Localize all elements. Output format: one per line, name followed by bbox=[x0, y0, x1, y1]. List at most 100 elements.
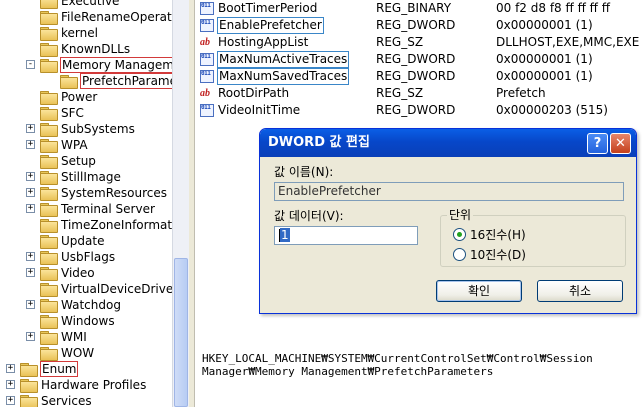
tree-item[interactable]: + Watchdog bbox=[26, 297, 122, 313]
value-type: REG_BINARY bbox=[376, 1, 452, 15]
folder-icon bbox=[20, 395, 38, 407]
expand-icon[interactable]: + bbox=[26, 204, 35, 213]
close-button[interactable]: ✕ bbox=[610, 133, 631, 154]
tree-item[interactable]: + Enum bbox=[6, 361, 79, 377]
value-row[interactable]: 011 110 BootTimerPeriod REG_BINARY 00 f2 d8… bbox=[196, 0, 642, 17]
folder-icon bbox=[40, 139, 58, 153]
registry-path-line-2: Manager₩Memory Management₩PrefetchParame… bbox=[202, 365, 494, 378]
tree-item[interactable]: Power bbox=[40, 89, 98, 105]
folder-icon bbox=[40, 27, 58, 41]
expand-icon[interactable]: + bbox=[26, 268, 35, 277]
tree-item-label: TimeZoneInformation bbox=[61, 218, 172, 232]
expand-icon[interactable]: + bbox=[26, 300, 35, 309]
expand-icon[interactable]: + bbox=[26, 172, 35, 181]
base-group-label: 단위 bbox=[447, 208, 474, 222]
value-row[interactable]: 011 110 VideoInitTime REG_DWORD 0x00000203 … bbox=[196, 102, 642, 119]
registry-path-text: HKEY_LOCAL_MACHINE₩SYSTEM₩CurrentControl… bbox=[202, 352, 642, 378]
folder-icon bbox=[40, 123, 58, 137]
tree-item[interactable]: PrefetchParameters bbox=[60, 73, 172, 89]
tree-item[interactable]: + Services bbox=[6, 393, 93, 407]
folder-icon bbox=[20, 379, 38, 393]
tree-scrollbar-thumb[interactable] bbox=[174, 258, 188, 407]
tree-item-label: SubSystems bbox=[61, 122, 135, 136]
folder-icon bbox=[40, 219, 58, 233]
folder-icon bbox=[40, 91, 58, 105]
expand-icon[interactable]: + bbox=[6, 364, 15, 373]
value-type: REG_DWORD bbox=[376, 52, 456, 66]
expand-icon[interactable]: + bbox=[26, 188, 35, 197]
tree-item[interactable]: Setup bbox=[40, 153, 97, 169]
value-row[interactable]: 011 110MaxNumSavedTraces REG_DWORD 0x00000… bbox=[196, 68, 642, 85]
dialog-titlebar[interactable]: DWORD 값 편집 ? ✕ bbox=[260, 129, 636, 157]
value-row[interactable]: 011 110EnablePrefetcher REG_DWORD 0x000000… bbox=[196, 17, 642, 34]
tree-item[interactable]: TimeZoneInformation bbox=[40, 217, 172, 233]
tree-item[interactable]: + SubSystems bbox=[26, 121, 136, 137]
tree-item[interactable]: + Terminal Server bbox=[26, 201, 156, 217]
edit-dword-dialog: DWORD 값 편집 ? ✕ 값 이름(N): EnablePrefetcher… bbox=[259, 128, 637, 314]
expand-icon[interactable]: + bbox=[26, 124, 35, 133]
tree-item-label: KnownDLLs bbox=[61, 42, 131, 56]
tree-item[interactable]: SFC bbox=[40, 105, 85, 121]
cancel-button[interactable]: 취소 bbox=[537, 280, 623, 302]
folder-icon bbox=[40, 43, 58, 57]
expand-icon[interactable]: + bbox=[6, 396, 15, 405]
tree-item[interactable]: VirtualDeviceDrivers bbox=[40, 281, 172, 297]
tree-item-label: StillImage bbox=[61, 170, 121, 184]
value-data-text: 1 bbox=[280, 228, 290, 242]
tree-scrollbar[interactable] bbox=[172, 0, 189, 407]
hexadecimal-radio[interactable]: 16진수(H) bbox=[453, 226, 526, 243]
tree-item[interactable]: Update bbox=[40, 233, 105, 249]
value-name: MaxNumActiveTraces bbox=[217, 51, 350, 68]
tree-item[interactable]: + SystemResources bbox=[26, 185, 168, 201]
folder-icon bbox=[40, 299, 58, 313]
folder-icon bbox=[40, 0, 58, 9]
tree-item[interactable]: Executive bbox=[40, 0, 120, 9]
tree-item-label: FileRenameOperations bbox=[61, 10, 172, 24]
value-data: 0x00000001 (1) bbox=[496, 18, 593, 32]
expand-icon[interactable]: + bbox=[6, 380, 15, 389]
tree-item[interactable]: - Memory Management bbox=[26, 57, 172, 73]
tree-item-label: SystemResources bbox=[61, 186, 168, 200]
pane-splitter[interactable] bbox=[189, 0, 195, 407]
expand-icon[interactable]: + bbox=[26, 140, 35, 149]
value-data: 0x00000001 (1) bbox=[496, 69, 593, 83]
tree-item-label: VirtualDeviceDrivers bbox=[61, 282, 172, 296]
expand-icon[interactable]: + bbox=[26, 252, 35, 261]
value-row[interactable]: 011 110MaxNumActiveTraces REG_DWORD 0x0000… bbox=[196, 51, 642, 68]
close-icon: ✕ bbox=[615, 136, 626, 151]
ok-button[interactable]: 확인 bbox=[436, 280, 522, 302]
value-name-field[interactable]: EnablePrefetcher bbox=[274, 182, 624, 201]
tree-item[interactable]: WOW bbox=[40, 345, 95, 361]
string-value-icon: ab bbox=[200, 88, 210, 99]
tree-item[interactable]: + Video bbox=[26, 265, 96, 281]
decimal-radio[interactable]: 10진수(D) bbox=[453, 246, 526, 263]
tree-item[interactable]: kernel bbox=[40, 25, 99, 41]
tree-item[interactable]: + WMI bbox=[26, 329, 88, 345]
tree-item[interactable]: + Hardware Profiles bbox=[6, 377, 147, 393]
folder-icon bbox=[40, 331, 58, 345]
collapse-icon[interactable]: - bbox=[26, 60, 35, 69]
value-type: REG_DWORD bbox=[376, 18, 456, 32]
tree-item[interactable]: + StillImage bbox=[26, 169, 122, 185]
tree-item[interactable]: + WPA bbox=[26, 137, 89, 153]
tree-item-label: SFC bbox=[61, 106, 84, 120]
tree-item[interactable]: + UsbFlags bbox=[26, 249, 116, 265]
registry-tree[interactable]: Executive FileRenameOperations kernel Known… bbox=[0, 0, 172, 407]
tree-item-label: WMI bbox=[61, 330, 87, 344]
value-name-label: 값 이름(N): bbox=[274, 165, 334, 179]
expand-icon[interactable]: + bbox=[26, 332, 35, 341]
value-type: REG_DWORD bbox=[376, 103, 456, 117]
tree-item-label: kernel bbox=[61, 26, 98, 40]
tree-item[interactable]: KnownDLLs bbox=[40, 41, 131, 57]
value-name: VideoInitTime bbox=[218, 103, 301, 117]
tree-item[interactable]: Windows bbox=[40, 313, 116, 329]
value-row[interactable]: ab RootDirPath REG_SZ Prefetch bbox=[196, 85, 642, 102]
value-data-field[interactable]: 1 bbox=[274, 226, 418, 245]
folder-icon bbox=[40, 283, 58, 297]
help-button[interactable]: ? bbox=[587, 133, 608, 154]
value-row[interactable]: ab HostingAppList REG_SZ DLLHOST,EXE,MMC,EX… bbox=[196, 34, 642, 51]
help-icon: ? bbox=[593, 136, 602, 151]
value-name: RootDirPath bbox=[218, 86, 290, 100]
value-type: REG_SZ bbox=[376, 35, 424, 49]
tree-item[interactable]: FileRenameOperations bbox=[40, 9, 172, 25]
